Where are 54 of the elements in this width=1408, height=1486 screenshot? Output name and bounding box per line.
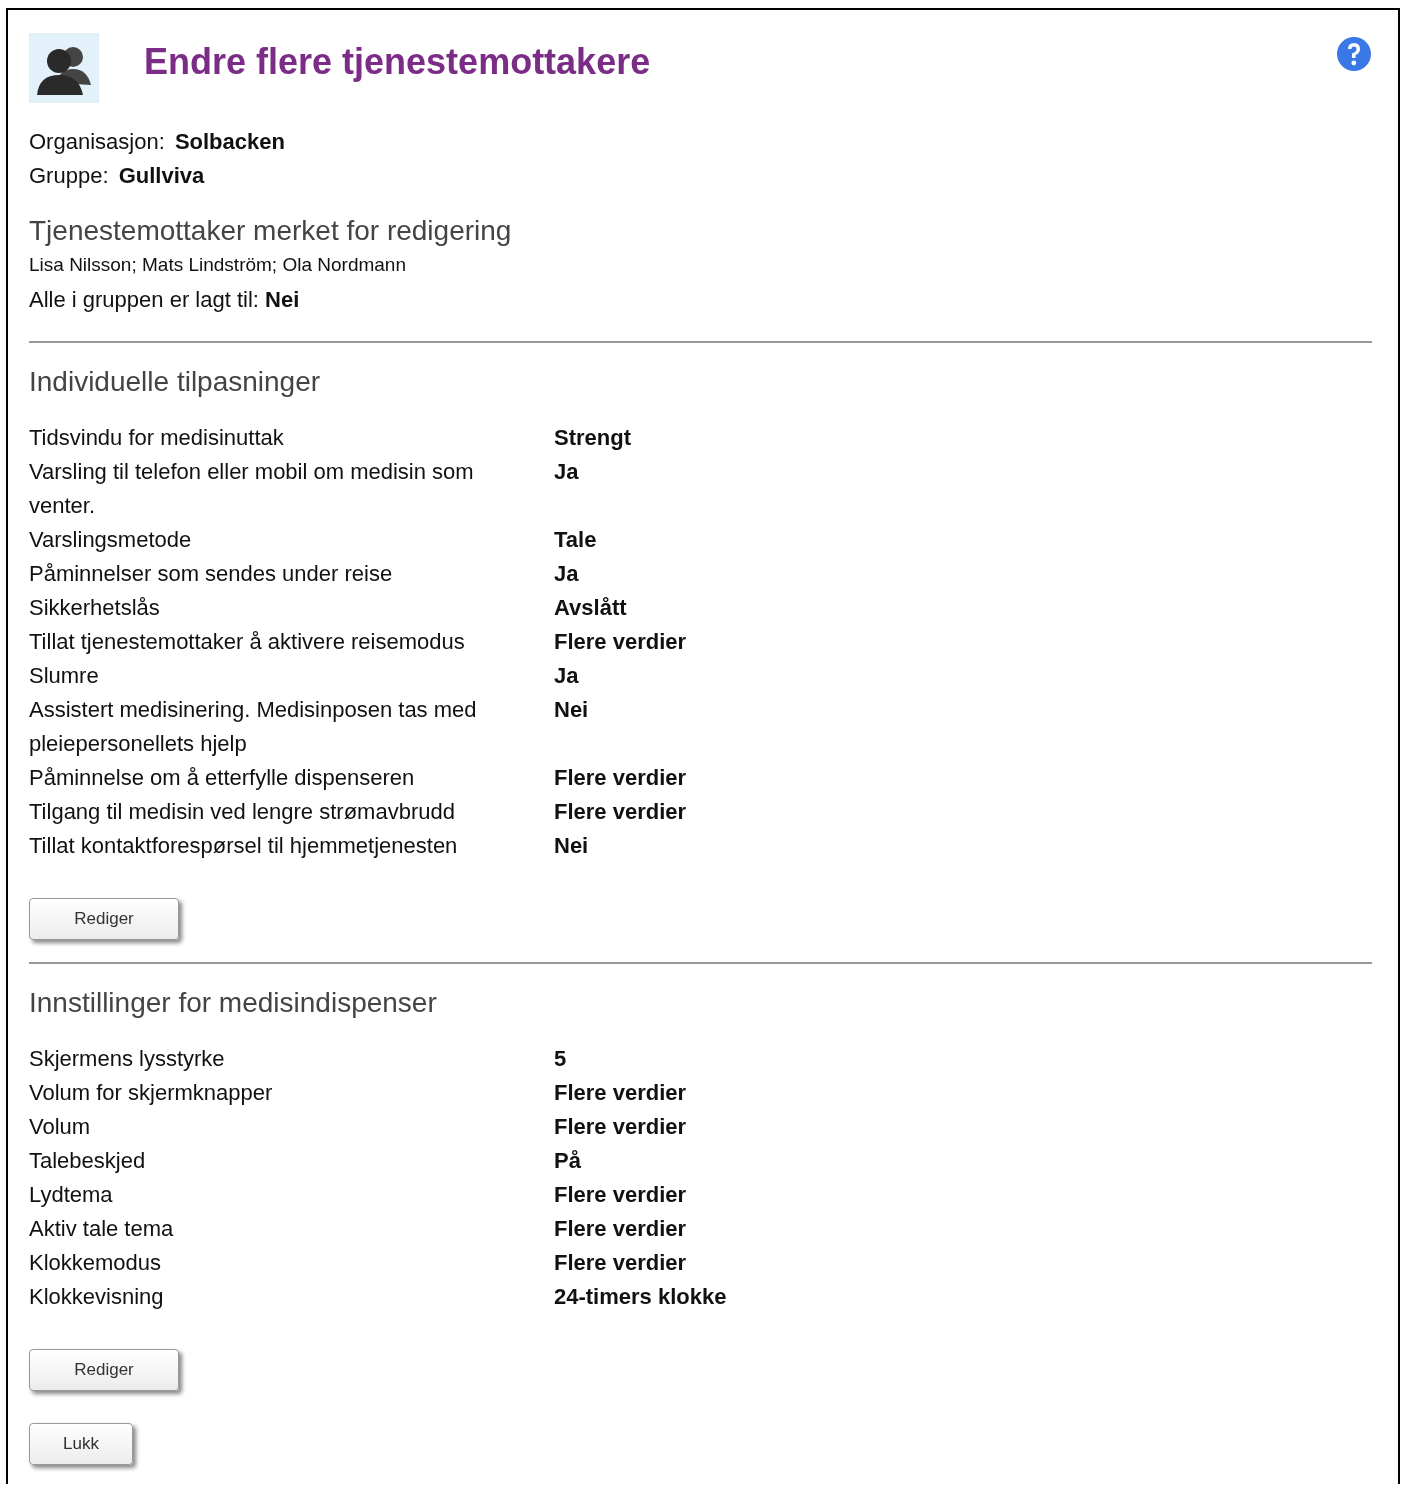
section-heading: Tjenestemottaker merket for redigering xyxy=(29,214,513,248)
setting-value: Flere verdier xyxy=(554,1113,687,1141)
all-added-value: Nei xyxy=(265,287,300,312)
info-value: Gullviva xyxy=(118,163,205,188)
setting-label: Volum xyxy=(29,1113,92,1141)
setting-label: Tilgang til medisin ved lengre strømavbrudd xyxy=(29,798,456,826)
page-title: Endre flere tjenestemottakere xyxy=(144,41,652,83)
setting-label: Skjermens lysstyrke xyxy=(29,1045,226,1073)
setting-value: Ja xyxy=(554,662,579,690)
setting-value: Flere verdier xyxy=(554,1079,687,1107)
all-added-label: Alle i gruppen er lagt til: xyxy=(29,287,259,312)
setting-value: 5 xyxy=(554,1045,567,1073)
setting-value: Strengt xyxy=(554,424,631,452)
setting-value: Nei xyxy=(554,832,589,860)
setting-label: Varsling til telefon eller mobil om medisin som venter. xyxy=(29,458,475,520)
setting-label: Assistert medisinering. Medisinposen tas med pleiepersonellets hjelp xyxy=(29,696,478,758)
setting-label: Klokkemodus xyxy=(29,1249,163,1277)
setting-label: Talebeskjed xyxy=(29,1147,147,1175)
setting-value: Ja xyxy=(554,560,579,588)
setting-value: 24-timers klokke xyxy=(554,1283,727,1311)
setting-value: Nei xyxy=(554,696,589,724)
info-value: Solbacken xyxy=(174,129,285,154)
setting-value: Flere verdier xyxy=(554,764,687,792)
info-label: Organisasjon: xyxy=(29,129,165,154)
info-label: Gruppe: xyxy=(29,163,109,188)
setting-label: Varslingsmetode xyxy=(29,526,193,554)
setting-label: Tillat kontaktforespørsel til hjemmetjenesten xyxy=(29,832,459,860)
setting-label: Tillat tjenestemottaker å aktivere reisemodus xyxy=(29,628,466,656)
section-heading: Individuelle tilpasninger xyxy=(29,365,322,399)
section-heading: Innstillinger for medisindispenser xyxy=(29,986,438,1020)
recipient-names: Lisa Nilsson; Mats Lindström; Ola Nordmann xyxy=(29,253,407,277)
setting-label: Slumre xyxy=(29,662,100,690)
setting-value: Flere verdier xyxy=(554,798,687,826)
setting-value: Ja xyxy=(554,458,579,486)
setting-label: Sikkerhetslås xyxy=(29,594,161,622)
setting-value: På xyxy=(554,1147,581,1175)
setting-label: Klokkevisning xyxy=(29,1283,165,1311)
edit-button[interactable]: Rediger xyxy=(29,898,179,940)
close-button[interactable]: Lukk xyxy=(29,1423,133,1465)
setting-label: Volum for skjermknapper xyxy=(29,1079,274,1107)
setting-value: Avslått xyxy=(554,594,627,622)
setting-label: Aktiv tale tema xyxy=(29,1215,175,1243)
setting-value: Flere verdier xyxy=(554,1249,687,1277)
help-icon[interactable] xyxy=(1336,36,1372,72)
setting-label: Påminnelse om å etterfylle dispenseren xyxy=(29,764,416,792)
edit-button[interactable]: Rediger xyxy=(29,1349,179,1391)
users-icon xyxy=(29,33,99,103)
setting-value: Flere verdier xyxy=(554,1215,687,1243)
setting-label: Påminnelser som sendes under reise xyxy=(29,560,394,588)
setting-value: Tale xyxy=(554,526,597,554)
setting-label: Lydtema xyxy=(29,1181,114,1209)
setting-label: Tidsvindu for medisinuttak xyxy=(29,424,285,452)
setting-value: Flere verdier xyxy=(554,628,687,656)
setting-value: Flere verdier xyxy=(554,1181,687,1209)
